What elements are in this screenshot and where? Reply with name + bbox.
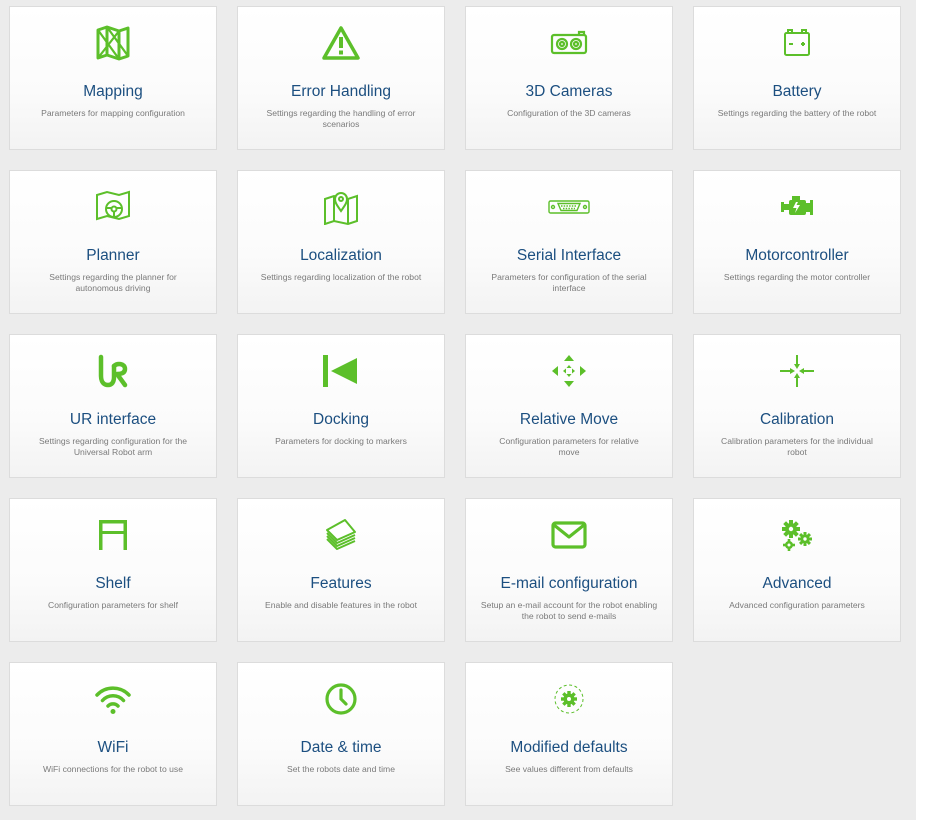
card-description: Settings regarding configuration for the… [38,436,188,457]
engine-icon [694,189,900,225]
card-title: Advanced [762,575,832,592]
card-relative-move[interactable]: Relative Move Configuration parameters f… [465,334,673,478]
card-title: Date & time [300,739,382,756]
card-modified-defaults[interactable]: Modified defaults See values different f… [465,662,673,806]
card-shelf[interactable]: Shelf Configuration parameters for shelf [9,498,217,642]
calibration-arrows-icon [694,353,900,389]
layers-icon [238,517,444,553]
serial-port-icon [466,189,672,225]
card-description: Settings regarding localization of the r… [260,272,422,282]
card-description: Parameters for docking to markers [275,436,407,446]
card-serial-interface[interactable]: Serial Interface Parameters for configur… [465,170,673,314]
card-features[interactable]: Features Enable and disable features in … [237,498,445,642]
card-title: Error Handling [291,83,391,100]
docking-icon [238,353,444,389]
card-description: Set the robots date and time [287,764,395,774]
card-title: WiFi [97,739,129,756]
card-description: Settings regarding the planner for auton… [49,272,177,293]
map-pin-icon [238,189,444,225]
card-title: Shelf [95,575,131,592]
shelf-icon [10,517,216,553]
gears-icon [694,517,900,553]
ur-logo-icon [10,353,216,389]
card-description: Settings regarding the motor controller [723,272,871,282]
move-arrows-icon [466,353,672,389]
settings-panel: Mapping Parameters for mapping configura… [0,0,916,820]
card-calibration[interactable]: Calibration Calibration parameters for t… [693,334,901,478]
card-title: Modified defaults [510,739,628,756]
planner-wheel-icon [10,189,216,225]
card-description: Configuration parameters for shelf [48,600,178,610]
card-advanced[interactable]: Advanced Advanced configuration paramete… [693,498,901,642]
card-description: Configuration parameters for relative mo… [499,436,639,457]
gear-outline-icon [466,681,672,717]
card-title: Mapping [83,83,143,100]
card-planner[interactable]: Planner Settings regarding the planner f… [9,170,217,314]
card-battery[interactable]: Battery Settings regarding the battery o… [693,6,901,150]
card-title: Motorcontroller [745,247,849,264]
card-description: Settings regarding the battery of the ro… [717,108,877,118]
card-title: E-mail configuration [500,575,638,592]
card-title: Localization [300,247,382,264]
card-motorcontroller[interactable]: Motorcontroller Settings regarding the m… [693,170,901,314]
card-title: Calibration [759,411,835,428]
card-title: Relative Move [519,411,619,428]
camera-3d-icon [466,25,672,61]
card-description: Configuration of the 3D cameras [507,108,631,118]
card-description: WiFi connections for the robot to use [43,764,183,774]
card-description: Advanced configuration parameters [729,600,865,610]
card-description: Parameters for configuration of the seri… [491,272,647,293]
clock-icon [238,681,444,717]
map-icon [10,25,216,61]
card-title: Docking [313,411,369,428]
card-description: Setup an e-mail account for the robot en… [480,600,658,621]
wifi-icon [10,681,216,717]
card-title: UR interface [69,411,157,428]
card-description: See values different from defaults [505,764,633,774]
card-description: Enable and disable features in the robot [265,600,417,610]
card-title: Serial Interface [516,247,622,264]
warning-icon [238,25,444,61]
card-email-configuration[interactable]: E-mail configuration Setup an e-mail acc… [465,498,673,642]
envelope-icon [466,517,672,553]
card-mapping[interactable]: Mapping Parameters for mapping configura… [9,6,217,150]
card-description: Calibration parameters for the individua… [721,436,873,457]
card-localization[interactable]: Localization Settings regarding localiza… [237,170,445,314]
card-date-time[interactable]: Date & time Set the robots date and time [237,662,445,806]
card-description: Parameters for mapping configuration [41,108,185,118]
battery-icon [694,25,900,61]
card-error-handling[interactable]: Error Handling Settings regarding the ha… [237,6,445,150]
card-description: Settings regarding the handling of error… [266,108,416,129]
card-ur-interface[interactable]: UR interface Settings regarding configur… [9,334,217,478]
card-title: Features [310,575,372,592]
card-docking[interactable]: Docking Parameters for docking to marker… [237,334,445,478]
card-title: 3D Cameras [525,83,613,100]
card-3d-cameras[interactable]: 3D Cameras Configuration of the 3D camer… [465,6,673,150]
card-wifi[interactable]: WiFi WiFi connections for the robot to u… [9,662,217,806]
card-title: Planner [86,247,140,264]
card-title: Battery [772,83,822,100]
